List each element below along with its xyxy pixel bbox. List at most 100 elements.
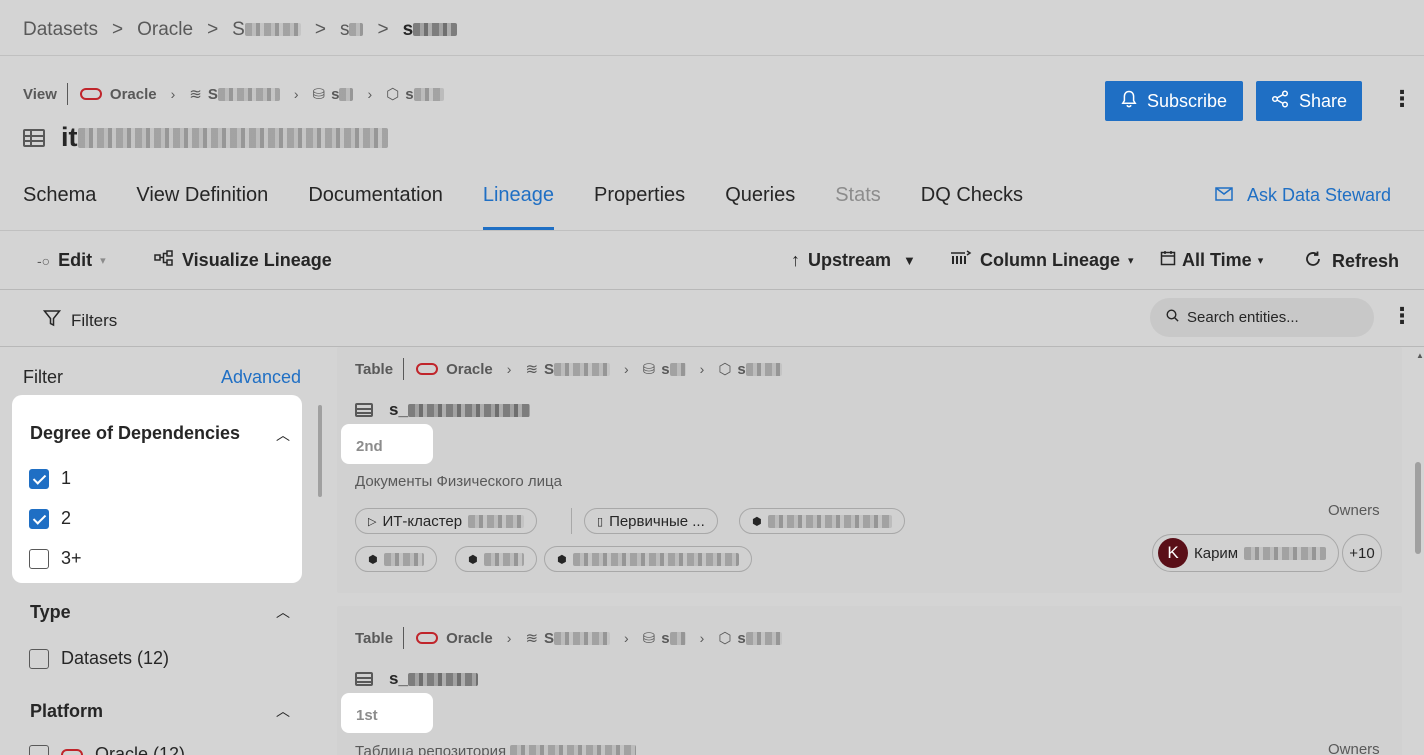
path-container[interactable]: s	[737, 361, 782, 378]
checkbox-checked[interactable]	[29, 508, 49, 529]
tag-chip[interactable]: ⬢	[455, 546, 537, 572]
path-schema[interactable]: S	[544, 630, 611, 647]
container-icon: ⬡	[718, 361, 732, 378]
platform-option-oracle[interactable]: Oracle (12)	[29, 744, 185, 755]
share-icon	[1271, 89, 1289, 113]
entity-type-label: Table	[355, 629, 394, 647]
path-container[interactable]: s	[737, 630, 782, 647]
platform-link[interactable]: Oracle	[446, 361, 493, 378]
cube-icon: ⬢	[557, 553, 567, 566]
tab-properties[interactable]: Properties	[594, 184, 685, 230]
search-input[interactable]	[1187, 309, 1357, 326]
upstream-label: Upstream	[808, 250, 892, 270]
subscribe-button[interactable]: Subscribe	[1105, 81, 1243, 121]
tab-documentation[interactable]: Documentation	[308, 184, 443, 230]
more-options-icon[interactable]: ⋮	[1391, 305, 1413, 327]
glossary-term-chip[interactable]: ▯ Первичные ...	[584, 508, 718, 534]
breadcrumb-db[interactable]: s	[340, 19, 364, 41]
owners-label: Owners	[1328, 502, 1380, 519]
chevron-up-icon[interactable]: ︿	[276, 701, 290, 721]
path-db-label: s	[661, 360, 670, 378]
breadcrumb-separator: >	[377, 19, 389, 40]
platform-link[interactable]: Oracle	[110, 86, 157, 103]
domain-chip[interactable]: ▷ ИТ-кластер	[355, 508, 538, 534]
owner-chip[interactable]: K Карим	[1152, 534, 1340, 572]
entity-description: Документы Физического лица	[355, 473, 562, 490]
tab-schema[interactable]: Schema	[23, 184, 96, 230]
column-lineage-icon	[950, 250, 972, 271]
chevron-up-icon[interactable]: ︿	[276, 602, 290, 622]
refresh-button[interactable]: Refresh	[1304, 250, 1399, 273]
chevron-down-icon: ▾	[1257, 255, 1264, 267]
edit-icon: -○	[37, 252, 51, 269]
entity-name[interactable]: s_	[355, 400, 530, 420]
chevron-right-icon: ›	[624, 361, 629, 377]
upstream-dropdown[interactable]: ↑ Upstream ▼	[791, 250, 916, 271]
tab-queries[interactable]: Queries	[725, 184, 795, 230]
chevron-right-icon: ›	[506, 361, 512, 377]
breadcrumb-datasets[interactable]: Datasets	[23, 19, 98, 41]
chevron-up-icon[interactable]: ︿	[276, 425, 290, 445]
tag-chip[interactable]: ⬢	[544, 546, 752, 572]
divider	[403, 358, 405, 380]
entity-description-row: Таблица репозитория	[355, 743, 637, 755]
path-container[interactable]: s	[405, 86, 444, 103]
checkbox-checked[interactable]	[29, 468, 49, 489]
degree-section-title: Degree of Dependencies	[30, 423, 241, 443]
entity-path: Table Oracle › ≋ S › ⛁ s › ⬡ s	[355, 358, 782, 380]
list-item[interactable]: Table Oracle › ≋ S › ⛁ s › ⬡ s s_ 1st Та…	[337, 606, 1402, 755]
tag-chip[interactable]: ⬢	[355, 546, 437, 572]
lineage-toolbar: -○ Edit ▾ Visualize Lineage ↑ Upstream ▼…	[0, 231, 1424, 289]
owners-label: Owners	[1328, 741, 1380, 755]
path-db-label: s	[331, 85, 340, 103]
path-db[interactable]: s	[661, 360, 686, 378]
breadcrumb-schema[interactable]: S	[232, 19, 301, 41]
chevron-right-icon: ›	[699, 630, 705, 646]
advanced-filter-link[interactable]: Advanced	[221, 367, 301, 388]
column-lineage-dropdown[interactable]: Column Lineage ▾	[950, 250, 1134, 271]
path-schema[interactable]: S	[208, 86, 280, 103]
type-option-label: Datasets (12)	[61, 648, 170, 668]
degree-option-2[interactable]: 2	[29, 508, 71, 529]
type-option-datasets[interactable]: Datasets (12)	[29, 648, 169, 669]
entity-name[interactable]: s_	[355, 669, 478, 689]
edit-dropdown[interactable]: -○ Edit ▾	[37, 250, 106, 271]
entity-type-label: View	[23, 85, 57, 103]
checkbox-unchecked[interactable]	[29, 548, 49, 569]
mail-icon	[1215, 185, 1233, 206]
chevron-right-icon: ›	[506, 630, 512, 646]
oracle-logo-icon	[416, 363, 439, 375]
degree-option-3plus[interactable]: 3+	[29, 548, 82, 569]
checkbox-unchecked[interactable]	[29, 744, 49, 755]
path-schema[interactable]: S	[544, 361, 611, 378]
path-db[interactable]: s	[661, 630, 686, 647]
more-options-icon[interactable]: ⋮	[1391, 88, 1413, 110]
filter-heading: Filter	[23, 367, 63, 387]
checkbox-unchecked[interactable]	[29, 648, 49, 669]
subscribe-label: Subscribe	[1146, 90, 1228, 111]
path-db[interactable]: s	[331, 85, 354, 103]
platform-option-label: Oracle (12)	[95, 744, 186, 755]
platform-link[interactable]: Oracle	[446, 630, 493, 647]
tag-chip[interactable]: ⬢	[739, 508, 905, 534]
tab-dq-checks[interactable]: DQ Checks	[921, 184, 1023, 230]
scroll-up-icon[interactable]: ▲	[1416, 351, 1424, 360]
share-label: Share	[1298, 90, 1348, 111]
more-owners-button[interactable]: +10	[1342, 534, 1382, 572]
results-scrollbar[interactable]	[1415, 462, 1421, 554]
ask-data-steward-link[interactable]: Ask Data Steward	[1215, 185, 1391, 206]
entity-path: View Oracle › ≋ S › ⛁ s › ⬡ s	[23, 83, 444, 105]
container-icon: ⬡	[386, 86, 400, 103]
list-item[interactable]: Table Oracle › ≋ S › ⛁ s › ⬡ s s_ 2nd До…	[337, 347, 1402, 593]
filters-toggle[interactable]: Filters	[42, 309, 117, 332]
breadcrumb-oracle[interactable]: Oracle	[137, 19, 193, 41]
time-range-dropdown[interactable]: All Time ▾	[1160, 250, 1263, 271]
share-button[interactable]: Share	[1256, 81, 1362, 121]
redacted-text	[217, 88, 280, 102]
visualize-lineage-button[interactable]: Visualize Lineage	[154, 250, 332, 271]
redacted-text	[669, 632, 686, 646]
chevron-right-icon: ›	[699, 361, 705, 377]
tab-view-definition[interactable]: View Definition	[136, 184, 268, 230]
degree-option-1[interactable]: 1	[29, 468, 71, 489]
tab-lineage[interactable]: Lineage	[482, 184, 555, 230]
